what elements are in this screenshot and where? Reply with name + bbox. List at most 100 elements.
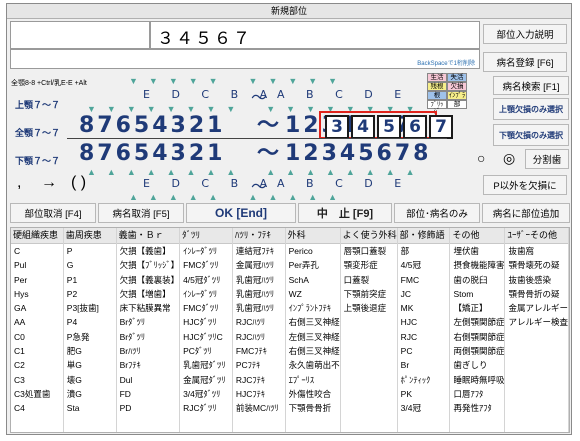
diagnosis-item[interactable]: Stom xyxy=(450,287,504,301)
p-missing-button[interactable]: P以外を欠損に xyxy=(483,175,567,195)
diagnosis-item[interactable]: 欠損【増歯】 xyxy=(117,287,180,301)
diagnosis-item[interactable]: Brﾊﾂﾘ xyxy=(117,344,180,358)
diagnosis-item[interactable]: 摂食機能障害 xyxy=(450,258,504,272)
diagnosis-item[interactable]: PCﾀﾞﾂﾘ xyxy=(180,344,232,358)
selected-tooth[interactable]: 7 xyxy=(429,115,453,139)
selected-tooth[interactable]: 3 xyxy=(325,115,349,139)
diagnosis-item[interactable]: 乳歯冠ﾊﾂﾘ xyxy=(233,273,285,287)
diagnosis-item[interactable]: アレルギー検査 xyxy=(505,315,568,329)
diagnosis-item[interactable]: 抜歯窩 xyxy=(505,244,568,258)
diagnosis-item[interactable]: Pul xyxy=(11,258,63,272)
diagnosis-item[interactable]: 外傷性咬合 xyxy=(286,387,340,401)
diagnosis-item[interactable]: 顎骨骨折の疑 xyxy=(505,287,568,301)
diagnosis-item[interactable]: RJCﾊﾂﾘ xyxy=(233,315,285,329)
diagnosis-item[interactable]: 乳歯冠ﾊﾂﾘ xyxy=(233,287,285,301)
ok-button[interactable]: OK [End] xyxy=(186,203,296,223)
upper-missing-only-button[interactable]: 上顎欠損のみ選択 xyxy=(493,98,569,120)
diagnosis-item[interactable]: PC xyxy=(398,344,450,358)
diagnosis-item[interactable]: MK xyxy=(398,301,450,315)
legend-bridge[interactable]: ﾌﾞﾘｯｼﾞ xyxy=(427,100,447,115)
diagnosis-item[interactable]: 下顎前突症 xyxy=(341,287,397,301)
selected-tooth[interactable]: 4 xyxy=(351,115,375,139)
diagnosis-item[interactable]: C3処置歯 xyxy=(11,387,63,401)
legend-nonvital[interactable]: 失活 xyxy=(447,73,467,82)
diagnosis-item[interactable]: P xyxy=(64,244,116,258)
diagnosis-item[interactable]: HJCﾌﾃｷ xyxy=(233,387,285,401)
diagnosis-item[interactable]: 欠損【義裏装】 xyxy=(117,273,180,287)
legend-rc[interactable]: 根 xyxy=(427,91,447,100)
add-region-to-name-button[interactable]: 病名に部位追加 xyxy=(482,203,570,223)
diagnosis-item[interactable]: 口唇ｱﾌﾀ xyxy=(450,387,504,401)
category-header[interactable]: その他 xyxy=(450,228,505,244)
diagnosis-item[interactable]: C2 xyxy=(11,358,63,372)
diagnosis-item[interactable]: 顎骨壊死の疑 xyxy=(505,258,568,272)
lower-missing-only-button[interactable]: 下顎欠損のみ選択 xyxy=(493,124,569,146)
diagnosis-item[interactable]: Brﾌﾃｷ xyxy=(117,358,180,372)
selected-tooth[interactable]: 5 xyxy=(377,115,401,139)
diagnosis-item[interactable]: 右側三叉神経 xyxy=(286,315,340,329)
diagnosis-item[interactable]: 肥G xyxy=(64,344,116,358)
region-input-help-button[interactable]: 部位入力説明 xyxy=(483,24,567,44)
diagnosis-item[interactable]: P4 xyxy=(64,315,116,329)
radio-option-1[interactable]: ○ xyxy=(477,150,485,166)
diagnosis-item[interactable]: 金属冠ﾊﾂﾘ xyxy=(233,258,285,272)
diagnosis-item[interactable]: 欠損【義歯】 xyxy=(117,244,180,258)
category-header[interactable]: 硬組織疾患 xyxy=(11,228,63,244)
diagnosis-item[interactable]: FMC xyxy=(398,273,450,287)
diagnosis-item[interactable]: 【矯正】 xyxy=(450,301,504,315)
diagnosis-item[interactable]: 抜歯後感染 xyxy=(505,273,568,287)
diagnosis-item[interactable]: 右側顎関節症 xyxy=(450,330,504,344)
diagnosis-item[interactable]: 乳歯冠ﾀﾞﾂﾘ xyxy=(180,358,232,372)
lower-permanent-right[interactable]: 87654321 xyxy=(79,142,225,166)
legend-root[interactable]: 残根 xyxy=(427,82,447,91)
region-name-only-button[interactable]: 部位･病名のみ xyxy=(394,203,480,223)
diagnosis-item[interactable]: 欠損【ﾌﾞﾘｯｼﾞ】 xyxy=(117,258,180,272)
diagnosis-item[interactable]: C xyxy=(11,244,63,258)
diagnosis-item[interactable]: 前装MCﾊﾂﾘ xyxy=(233,401,285,415)
diagnosis-item[interactable]: 連結冠ﾌﾃｷ xyxy=(233,244,285,258)
diagnosis-item[interactable]: RJCﾌﾃｷ xyxy=(233,373,285,387)
diagnosis-item[interactable]: 単G xyxy=(64,358,116,372)
diagnosis-item[interactable]: Per弄孔 xyxy=(286,258,340,272)
legend-missing[interactable]: 欠損 xyxy=(447,82,467,91)
category-header[interactable]: ﾕｰｻﾞｰその他 xyxy=(505,228,568,244)
diagnosis-item[interactable]: 潰G xyxy=(64,387,116,401)
diagnosis-item[interactable]: 唇顎口蓋裂 xyxy=(341,244,397,258)
diagnosis-item[interactable]: P3[抜歯] xyxy=(64,301,116,315)
legend-vital[interactable]: 生活 xyxy=(427,73,447,82)
diagnosis-item[interactable]: FD xyxy=(117,387,180,401)
diagnosis-item[interactable]: JC xyxy=(398,287,450,301)
diagnosis-item[interactable]: FMCﾀﾞﾂﾘ xyxy=(180,258,232,272)
diagnosis-item[interactable]: RJCﾊﾂﾘ xyxy=(233,330,285,344)
diagnosis-item[interactable]: 再発性ｱﾌﾀ xyxy=(450,401,504,415)
upper-permanent-right[interactable]: 87654321 xyxy=(79,114,225,138)
legend-implant[interactable]: ｲﾝﾌﾟﾗ xyxy=(447,91,467,100)
diagnosis-item[interactable]: 4/5冠 xyxy=(398,258,450,272)
diagnosis-item[interactable]: C4 xyxy=(11,401,63,415)
diagnosis-item[interactable]: 歯ぎしり xyxy=(450,358,504,372)
category-header[interactable]: ﾀﾞﾂﾘ xyxy=(180,228,232,244)
diagnosis-item[interactable]: Brﾀﾞﾂﾘ xyxy=(117,330,180,344)
diagnosis-item[interactable]: 口蓋裂 xyxy=(341,273,397,287)
lower-jaw-label[interactable]: 下顎７～７ xyxy=(15,154,60,167)
diagnosis-item[interactable]: 乳歯冠ﾊﾂﾘ xyxy=(233,301,285,315)
category-header[interactable]: 義歯・Ｂｒ xyxy=(116,228,180,244)
diagnosis-item[interactable]: RJC xyxy=(398,330,450,344)
diagnosis-item[interactable]: 壊G xyxy=(64,373,116,387)
lower-primary-left[interactable]: A B C D E xyxy=(277,177,410,190)
diagnosis-item[interactable]: HJCﾀﾞﾂﾘC xyxy=(180,330,232,344)
selected-teeth[interactable]: 3 4 5 6 7 xyxy=(325,115,453,139)
register-name-button[interactable]: 病名登録 [F6] xyxy=(483,52,567,72)
diagnosis-item[interactable]: 両側顎関節症 xyxy=(450,344,504,358)
cancel-name-button[interactable]: 病名取消 [F5] xyxy=(98,203,184,223)
diagnosis-item[interactable]: FMCﾀﾞﾂﾘ xyxy=(180,301,232,315)
diagnosis-item[interactable]: P急発 xyxy=(64,330,116,344)
comma-symbol[interactable]: , xyxy=(17,174,21,192)
abort-button[interactable]: 中 止 [F9] xyxy=(298,203,392,223)
diagnosis-item[interactable]: 左側顎関節症 xyxy=(450,315,504,329)
diagnosis-item[interactable]: G xyxy=(64,258,116,272)
diagnosis-item[interactable]: Sta xyxy=(64,401,116,415)
diagnosis-item[interactable]: 上顎後退症 xyxy=(341,301,397,315)
cancel-region-button[interactable]: 部位取消 [F4] xyxy=(10,203,96,223)
diagnosis-item[interactable]: 永久歯萌出不 xyxy=(286,358,340,372)
